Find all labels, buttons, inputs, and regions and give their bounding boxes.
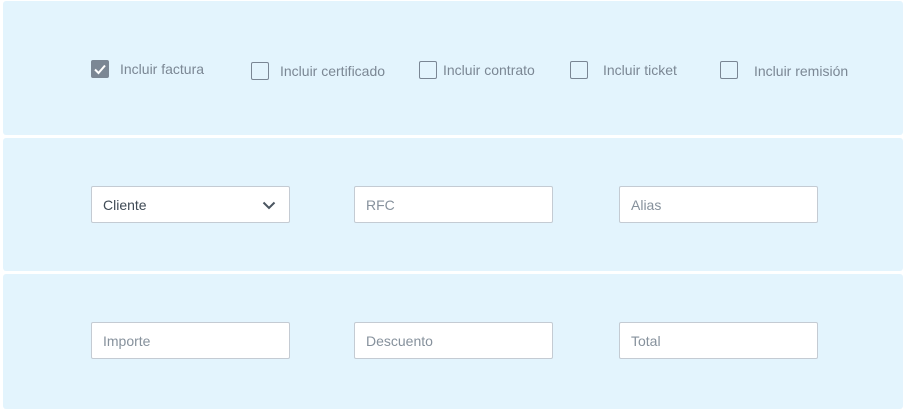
checkbox-icon[interactable] <box>570 61 588 79</box>
client-panel: Cliente <box>3 138 903 271</box>
descuento-input[interactable] <box>366 332 541 349</box>
option-incluir-ticket[interactable]: Incluir ticket <box>570 61 677 79</box>
option-label: Incluir certificado <box>280 63 386 79</box>
option-incluir-factura[interactable]: Incluir factura <box>91 60 204 78</box>
importe-input[interactable] <box>103 332 278 349</box>
rfc-field[interactable] <box>354 186 553 223</box>
document-options-panel: Incluir factura Incluir certificado Incl… <box>3 1 903 135</box>
checkbox-icon[interactable] <box>720 61 738 79</box>
option-incluir-remision[interactable]: Incluir remisión <box>720 61 848 79</box>
checkbox-checked-icon[interactable] <box>91 60 109 78</box>
checkbox-icon[interactable] <box>251 62 269 80</box>
client-select[interactable]: Cliente <box>91 186 290 223</box>
option-incluir-contrato[interactable]: Incluir contrato <box>419 61 535 79</box>
alias-field[interactable] <box>619 186 818 223</box>
amounts-panel <box>3 274 903 409</box>
rfc-input[interactable] <box>366 196 541 213</box>
option-label: Incluir factura <box>120 61 205 77</box>
total-input[interactable] <box>631 332 806 349</box>
alias-input[interactable] <box>631 196 806 213</box>
form-page: Incluir factura Incluir certificado Incl… <box>0 0 906 410</box>
chevron-down-icon[interactable] <box>262 197 276 213</box>
option-label: Incluir remisión <box>754 63 849 79</box>
importe-field[interactable] <box>91 322 290 359</box>
option-label: Incluir contrato <box>443 62 535 78</box>
client-select-value: Cliente <box>103 196 147 213</box>
option-label: Incluir ticket <box>603 62 677 78</box>
descuento-field[interactable] <box>354 322 553 359</box>
total-field[interactable] <box>619 322 818 359</box>
checkbox-icon[interactable] <box>419 61 437 79</box>
option-incluir-certificado[interactable]: Incluir certificado <box>251 62 385 80</box>
